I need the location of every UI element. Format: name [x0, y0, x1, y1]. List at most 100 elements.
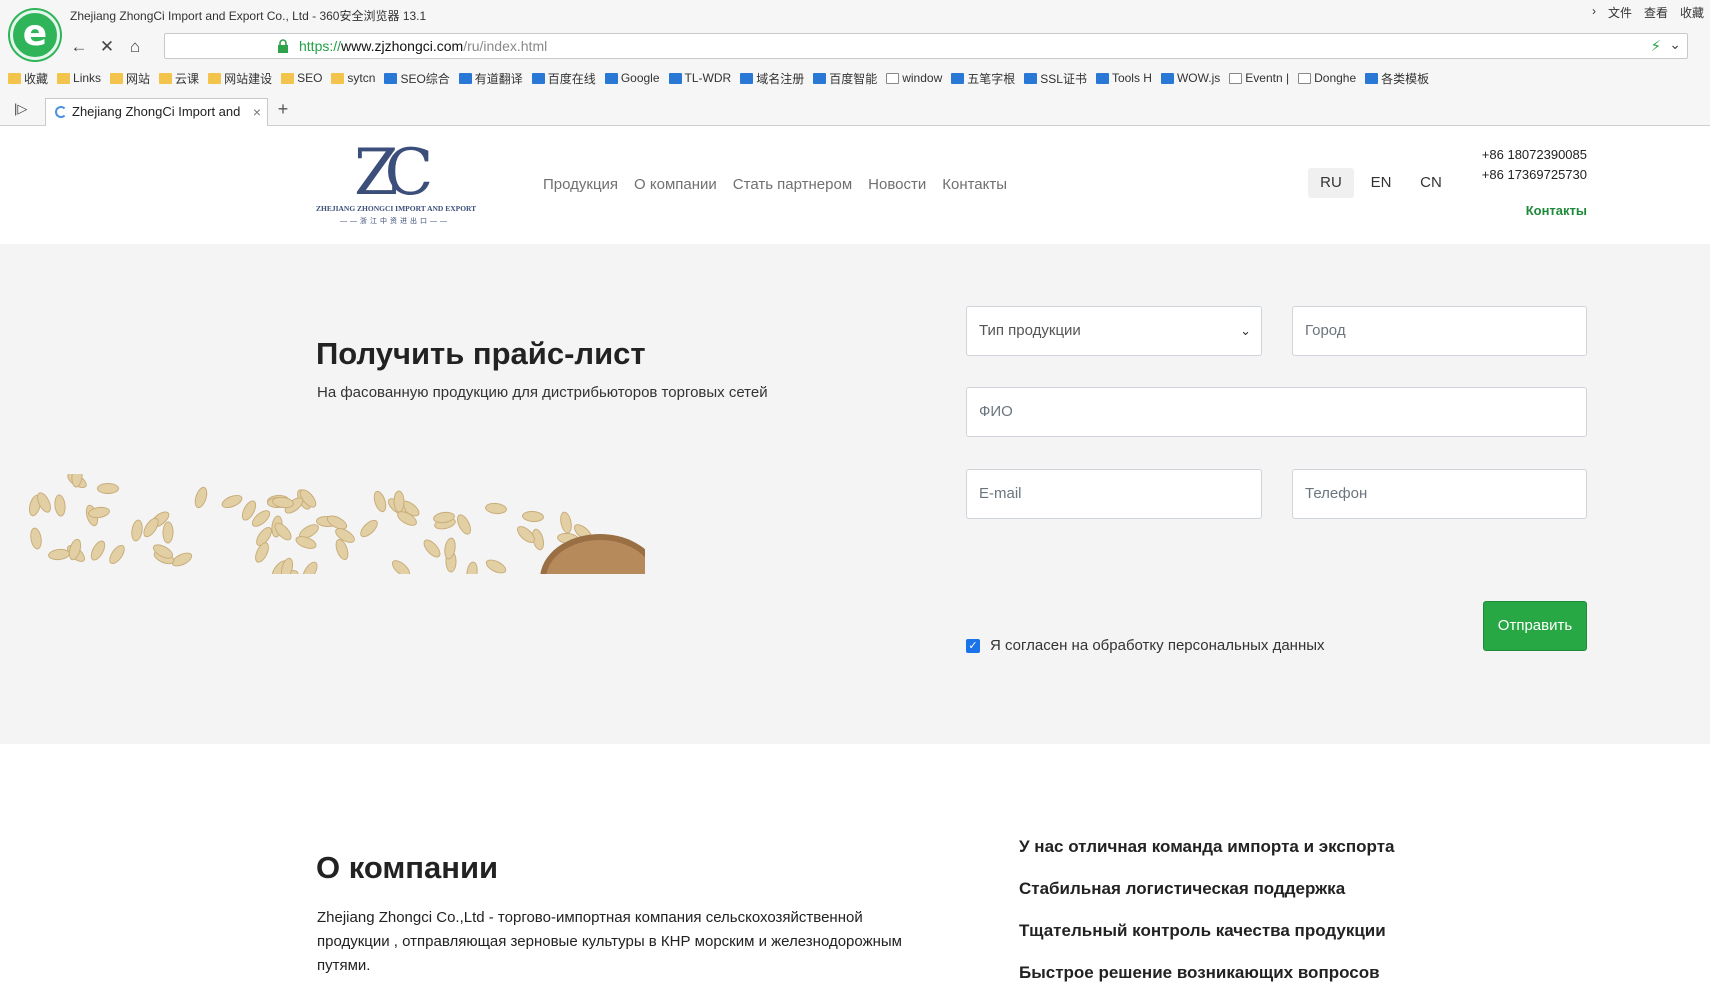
nav-about[interactable]: О компании: [634, 176, 717, 193]
address-bar[interactable]: https://www.zjzhongci.com/ru/index.html …: [164, 33, 1688, 59]
phone-field[interactable]: Телефон: [1292, 469, 1587, 519]
folder-icon: [208, 72, 222, 84]
logo-chinese-name: ——浙江中资进出口——: [340, 218, 450, 225]
bookmark-item[interactable]: 域名注册: [740, 68, 804, 88]
oat-flake: [220, 491, 245, 511]
star-icon: [8, 72, 21, 84]
bookmark-label: WOW.js: [1176, 71, 1221, 85]
bookmark-item[interactable]: sytcn: [331, 68, 375, 88]
site-logo[interactable]: ZC ZHEJIANG ZHONGCI IMPORT AND EXPORT ——…: [316, 141, 476, 231]
site-icon: [384, 72, 398, 84]
nav-news[interactable]: Новости: [868, 176, 926, 193]
bookmark-item[interactable]: 百度在线: [531, 68, 596, 88]
full-name-field[interactable]: ФИО: [966, 387, 1587, 437]
phone-2[interactable]: +86 17369725730: [1482, 165, 1587, 185]
site-icon: [951, 72, 965, 84]
bookmark-item[interactable]: 网站建设: [208, 68, 272, 88]
wooden-bowl-image: [540, 534, 645, 574]
oat-flake: [558, 510, 574, 535]
oats-image: [20, 474, 645, 574]
bookmark-item[interactable]: Links: [57, 68, 101, 88]
site-icon: [1160, 72, 1174, 84]
oat-flake: [106, 542, 129, 567]
oat-flake: [252, 540, 272, 565]
bookmark-item[interactable]: SEO综合: [384, 68, 450, 88]
new-tab-button[interactable]: +: [272, 99, 294, 120]
bookmark-item[interactable]: WOW.js: [1160, 68, 1221, 88]
site-icon: [1365, 72, 1379, 84]
sidebar-toggle-icon[interactable]: |▷: [14, 101, 27, 117]
oat-flake: [293, 533, 318, 552]
site-icon: [1095, 72, 1109, 84]
menu-file[interactable]: 文件: [1608, 4, 1632, 21]
about-point: Стабильная логистическая поддержка: [1019, 879, 1346, 898]
url-text[interactable]: https://www.zjzhongci.com/ru/index.html: [299, 38, 547, 54]
bookmark-label: Tools H: [1111, 71, 1152, 85]
bookmark-item[interactable]: 有道翻译: [458, 68, 523, 88]
about-point: Быстрое решение возникающих вопросов: [1019, 963, 1380, 982]
lang-en[interactable]: EN: [1358, 168, 1404, 198]
email-field[interactable]: E-mail: [966, 469, 1262, 519]
active-tab[interactable]: Zhejiang ZhongCi Import and ×: [45, 98, 268, 126]
bookmark-item[interactable]: SSL证书: [1024, 68, 1087, 88]
back-arrow-icon[interactable]: ←: [66, 35, 92, 59]
bookmark-item[interactable]: Eventn |: [1229, 68, 1289, 88]
oat-flake: [484, 502, 508, 516]
home-icon[interactable]: ⌂: [122, 35, 148, 59]
page-icon: [1229, 72, 1243, 84]
oat-flake: [299, 559, 321, 574]
bookmark-label: 收藏: [24, 71, 49, 86]
bookmark-item[interactable]: 各类模板: [1365, 68, 1429, 88]
tab-close-icon[interactable]: ×: [253, 99, 261, 125]
folder-icon: [331, 72, 345, 84]
oat-flake: [421, 536, 444, 561]
nav-products[interactable]: Продукция: [543, 176, 618, 193]
consent-checkbox[interactable]: ✓: [966, 638, 980, 653]
bookmark-label: 各类模板: [1381, 71, 1430, 86]
bookmark-label: SEO: [297, 71, 323, 85]
oat-flake: [356, 517, 381, 541]
bookmarks-bar: 收藏 Links 网站 云课 网站建设 SEO sytcn SEO综合 有道翻译 百度在线 Goog…: [8, 68, 1429, 88]
oat-flake: [88, 538, 109, 564]
city-field[interactable]: Город: [1292, 306, 1587, 356]
menu-favorites[interactable]: 收藏: [1680, 4, 1704, 21]
title-bar: Zhejiang ZhongCi Import and Export Co., …: [0, 0, 1710, 60]
collapse-icon[interactable]: ›: [1592, 4, 1596, 21]
bookmark-item[interactable]: TL-WDR: [668, 68, 731, 88]
price-subtitle: На фасованную продукцию для дистрибьютор…: [317, 384, 768, 401]
oat-flake: [53, 494, 67, 518]
lightning-icon[interactable]: ⚡: [1650, 37, 1661, 55]
page-icon: [1298, 72, 1312, 84]
chevron-down-icon[interactable]: ⌄: [1669, 36, 1681, 53]
nav-contacts[interactable]: Контакты: [942, 176, 1007, 193]
lang-cn[interactable]: CN: [1408, 168, 1454, 198]
consent-label: Я согласен на обработку персональных дан…: [990, 637, 1325, 654]
bookmark-item[interactable]: SEO: [281, 68, 322, 88]
menu-view[interactable]: 查看: [1644, 4, 1668, 21]
stop-icon[interactable]: ✕: [94, 35, 120, 59]
site-icon: [604, 72, 618, 84]
browser-chrome: Zhejiang ZhongCi Import and Export Co., …: [0, 0, 1710, 126]
bookmark-label: 云课: [175, 71, 200, 86]
bookmark-item[interactable]: Google: [604, 68, 660, 88]
bookmark-item[interactable]: 五笔字根: [951, 68, 1015, 88]
bookmark-item[interactable]: 网站: [110, 68, 150, 88]
nav-partner[interactable]: Стать партнером: [733, 176, 852, 193]
phone-1[interactable]: +86 18072390085: [1482, 145, 1587, 165]
contacts-link[interactable]: Контакты: [1526, 203, 1587, 218]
bookmark-item[interactable]: 百度智能: [813, 68, 877, 88]
browser-logo-icon[interactable]: [10, 10, 60, 60]
bookmark-item[interactable]: Tools H: [1095, 68, 1152, 88]
bookmark-item[interactable]: Donghe: [1298, 68, 1356, 88]
bookmark-label: SEO综合: [400, 71, 450, 86]
bookmark-item[interactable]: 云课: [159, 68, 199, 88]
bookmark-item[interactable]: 收藏: [8, 68, 48, 88]
submit-button[interactable]: Отправить: [1483, 601, 1587, 651]
bookmark-label: 域名注册: [756, 71, 805, 86]
oat-flake: [453, 512, 474, 537]
product-type-select[interactable]: Тип продукции ⌄: [966, 306, 1262, 356]
bookmark-item[interactable]: window: [886, 68, 942, 88]
lang-ru[interactable]: RU: [1308, 168, 1354, 198]
price-list-section: Получить прайс-лист На фасованную продук…: [0, 244, 1710, 744]
about-point: Тщательный контроль качества продукции: [1019, 921, 1386, 940]
